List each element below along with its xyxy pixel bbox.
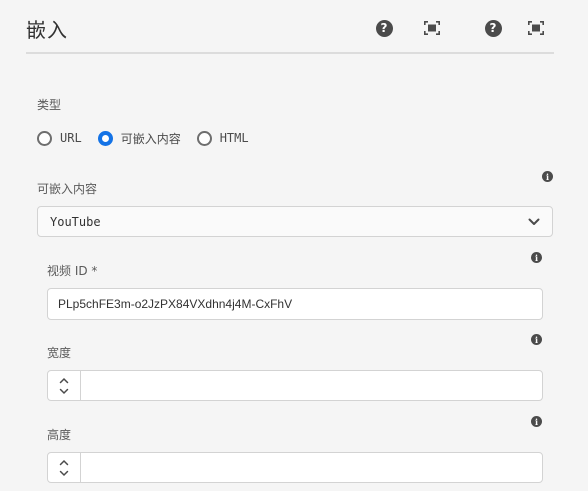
width-number-input[interactable] [47, 370, 543, 401]
fullscreen-button-2[interactable] [526, 18, 546, 38]
radio-embeddable[interactable]: 可嵌入内容 [97, 130, 181, 147]
width-stepper [48, 371, 81, 400]
video-id-input[interactable]: PLp5chFE3m-o2JzPX84VXdhn4j4M-CxFhV [47, 288, 543, 320]
help-button-2[interactable]: ? [483, 18, 503, 38]
radio-url-circle[interactable] [37, 130, 52, 146]
height-number-input[interactable] [47, 452, 543, 483]
embeddable-select[interactable]: YouTube [37, 206, 553, 237]
radio-html-circle[interactable] [196, 130, 212, 146]
embeddable-label: 可嵌入内容 [37, 182, 98, 196]
chevron-down-icon [528, 218, 540, 225]
help-icon: ? [375, 19, 393, 37]
radio-html-label: HTML [219, 131, 249, 145]
chevron-up-icon[interactable] [58, 375, 70, 386]
info-icon[interactable]: i [531, 252, 542, 263]
radio-html[interactable]: HTML [196, 130, 249, 146]
chevron-up-icon[interactable] [58, 457, 70, 468]
info-icon[interactable]: i [542, 171, 553, 182]
height-stepper [48, 453, 81, 482]
fullscreen-button[interactable] [422, 18, 442, 38]
height-label: 高度 [47, 428, 72, 442]
dialog-title: 嵌入 [26, 18, 68, 42]
chevron-down-icon[interactable] [58, 468, 70, 479]
radio-url[interactable]: URL [37, 130, 82, 146]
chevron-down-icon[interactable] [58, 386, 70, 397]
type-label: 类型 [37, 98, 62, 112]
radio-embeddable-circle[interactable] [97, 130, 113, 146]
video-id-label: 视频 ID * [47, 264, 98, 278]
dialog-header: 嵌入 ? ? [26, 0, 554, 54]
radio-url-label: URL [60, 131, 82, 145]
help-icon: ? [484, 19, 502, 37]
video-id-value: PLp5chFE3m-o2JzPX84VXdhn4j4M-CxFhV [58, 297, 293, 311]
fullscreen-icon [528, 21, 544, 35]
help-button[interactable]: ? [374, 18, 394, 38]
info-icon[interactable]: i [531, 334, 542, 345]
width-label: 宽度 [47, 346, 72, 360]
radio-embeddable-label: 可嵌入内容 [120, 131, 181, 146]
type-radio-group: URL 可嵌入内容 HTML [37, 129, 265, 147]
fullscreen-icon [424, 21, 440, 35]
embeddable-select-value: YouTube [50, 214, 101, 229]
info-icon[interactable]: i [531, 416, 542, 427]
